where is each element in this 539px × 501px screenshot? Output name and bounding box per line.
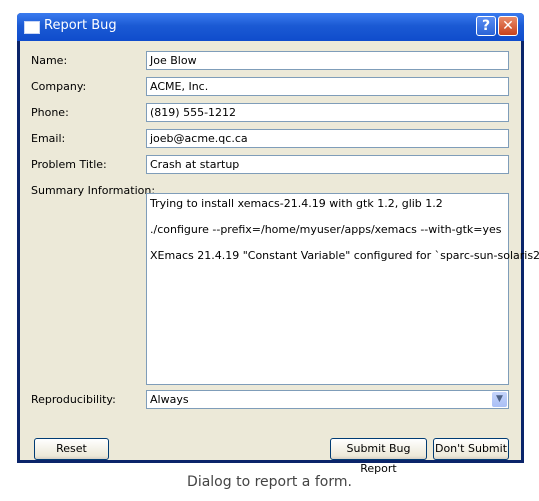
phone-label: Phone: — [31, 106, 69, 119]
phone-field[interactable]: (819) 555-1212 — [146, 103, 509, 122]
summary-line: ./configure --prefix=/home/myuser/apps/x… — [150, 223, 502, 236]
name-field[interactable]: Joe Blow — [146, 51, 509, 70]
dont-submit-button[interactable]: Don't Submit — [433, 438, 509, 460]
title-bar[interactable]: Report Bug ? ✕ — [17, 13, 524, 41]
problem-title-field[interactable]: Crash at startup — [146, 155, 509, 174]
window-icon — [24, 21, 40, 34]
help-button[interactable]: ? — [476, 16, 496, 36]
submit-bug-report-button[interactable]: Submit Bug Report — [330, 438, 427, 475]
email-field[interactable]: joeb@acme.qc.ca — [146, 129, 509, 148]
report-bug-dialog: Report Bug ? ✕ Name: Joe Blow Company: A… — [17, 13, 539, 475]
reproducibility-value: Always — [150, 393, 189, 406]
reproducibility-label: Reproducibility: — [31, 393, 116, 406]
figure-caption: Dialog to report a form. — [187, 474, 352, 490]
email-label: Email: — [31, 132, 66, 145]
name-label: Name: — [31, 54, 68, 67]
problem-title-label: Problem Title: — [31, 158, 107, 171]
company-field[interactable]: ACME, Inc. — [146, 77, 509, 96]
chevron-down-icon[interactable]: ▼ — [492, 392, 507, 407]
reproducibility-select[interactable]: Always ▼ — [146, 390, 509, 409]
window-title: Report Bug — [44, 18, 117, 33]
summary-line: Trying to install xemacs-21.4.19 with gt… — [150, 197, 443, 210]
company-label: Company: — [31, 80, 87, 93]
dialog-body: Name: Joe Blow Company: ACME, Inc. Phone… — [20, 41, 539, 475]
reset-button[interactable]: Reset — [34, 438, 109, 460]
close-button[interactable]: ✕ — [498, 16, 518, 36]
summary-line: XEmacs 21.4.19 "Constant Variable" confi… — [150, 249, 539, 262]
summary-textarea[interactable]: Trying to install xemacs-21.4.19 with gt… — [146, 193, 539, 385]
summary-label: Summary Information: — [31, 184, 156, 197]
